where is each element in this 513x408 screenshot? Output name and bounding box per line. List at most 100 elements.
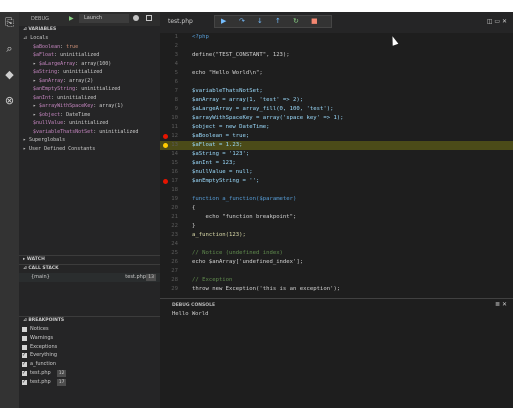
breakpoint-row[interactable]: Warnings <box>19 334 160 343</box>
breakpoint-checkbox[interactable] <box>22 378 27 387</box>
breakpoint-checkbox[interactable] <box>22 335 27 341</box>
variable-row[interactable]: $anEmptyString: uninitialized <box>19 85 160 94</box>
restart-icon[interactable]: ↻ <box>293 17 299 25</box>
launch-config-select[interactable]: ▶ Launch <box>69 14 129 23</box>
git-icon[interactable]: ◆ <box>3 68 16 81</box>
code-line[interactable]: 7 $variableThatsNotSet; <box>160 87 513 96</box>
gear-icon[interactable] <box>133 15 139 21</box>
watch-section-header[interactable]: ▸ WATCH <box>19 255 160 264</box>
code-text: // Exception <box>192 277 233 283</box>
variable-row[interactable]: $aFloat: uninitialized <box>19 51 160 60</box>
debug-title: DEBUG <box>31 16 49 22</box>
code-line[interactable]: 17 $anEmptyString = ''; <box>160 177 513 186</box>
code-line[interactable]: 23 a_function(123); <box>160 231 513 240</box>
console-output[interactable]: Hello World <box>172 311 208 317</box>
breakpoint-row[interactable]: Everything <box>19 351 160 360</box>
line-number: 22 <box>171 223 178 229</box>
continue-icon[interactable]: ▶ <box>221 17 226 25</box>
breakpoint-row[interactable]: a_function <box>19 360 160 369</box>
code-line[interactable]: 24 <box>160 240 513 249</box>
variable-name: $arrayWithSpaceKey <box>39 103 94 109</box>
line-number: 8 <box>174 97 178 103</box>
variable-row[interactable]: $aBoolean: true <box>19 43 160 52</box>
start-debug-icon[interactable]: ▶ <box>69 14 74 23</box>
code-line[interactable]: 18 <box>160 186 513 195</box>
variable-row[interactable]: $variableThatsNotSet: uninitialized <box>19 128 160 137</box>
code-line[interactable]: 4 <box>160 60 513 69</box>
debug-action-toolbar: ▶ ↷ ↓ ↑ ↻ ■ <box>214 15 332 28</box>
stack-frame[interactable]: {main} test.php 13 <box>19 273 160 282</box>
breakpoints-section-header[interactable]: ⊿ BREAKPOINTS <box>19 316 160 325</box>
variables-section-header[interactable]: ⊿ VARIABLES <box>19 26 160 34</box>
code-line[interactable]: 16 $nullValue = null; <box>160 168 513 177</box>
code-line[interactable]: 15 $anInt = 123; <box>160 159 513 168</box>
code-line[interactable]: 6 <box>160 78 513 87</box>
variable-row[interactable]: ▸ User Defined Constants <box>19 145 160 154</box>
code-line[interactable]: 11 $object = new DateTime; <box>160 123 513 132</box>
step-over-icon[interactable]: ↷ <box>239 17 245 25</box>
console-actions[interactable]: ≣ ✕ <box>495 301 507 308</box>
breakpoint-checkbox[interactable] <box>22 369 27 378</box>
code-editor[interactable]: 1 <?php 2 3 define("TEST_CONSTANT", 123); 4 5 e… <box>160 33 513 295</box>
code-line[interactable]: 12 $aBoolean = true; <box>160 132 513 141</box>
variable-row[interactable]: $nullValue: uninitialized <box>19 119 160 128</box>
stack-frame-line: 13 <box>146 274 156 281</box>
code-line[interactable]: 19 function a_function($parameter) <box>160 195 513 204</box>
editor-actions[interactable]: ◫ ▭ ✕ <box>487 18 507 25</box>
variable-row[interactable]: ▸ Superglobals <box>19 136 160 145</box>
code-line[interactable]: 9 $aLargeArray = array_fill(0, 100, 'test… <box>160 105 513 114</box>
code-line[interactable]: 26 echo $anArray['undefined_index']; <box>160 258 513 267</box>
variable-row[interactable]: ▸ $anArray: array(2) <box>19 77 160 86</box>
debug-icon[interactable]: ⊗ <box>3 94 16 107</box>
code-line[interactable]: 10 $arrayWithSpaceKey = array('space key'… <box>160 114 513 123</box>
code-line[interactable]: 1 <?php <box>160 33 513 42</box>
variable-value: array(1) <box>99 103 124 109</box>
call-stack-section-header[interactable]: ⊿ CALL STACK <box>19 264 160 273</box>
variable-name: $aLargeArray <box>39 60 76 67</box>
step-into-icon[interactable]: ↓ <box>257 17 263 25</box>
code-line[interactable]: 3 define("TEST_CONSTANT", 123); <box>160 51 513 60</box>
breakpoint-row[interactable]: test.php 17 <box>19 378 160 387</box>
line-number: 19 <box>171 196 178 202</box>
variable-row[interactable]: ⊿ Locals <box>19 34 160 43</box>
code-line[interactable]: 13 $aFloat = 1.23; <box>160 141 513 150</box>
variable-name: $anEmptyString <box>33 86 76 92</box>
line-number: 29 <box>171 286 178 292</box>
variable-row[interactable]: ▸ $aLargeArray: array(100) <box>19 60 160 69</box>
breakpoint-checkbox[interactable] <box>22 351 27 360</box>
search-icon[interactable]: ⌕ <box>3 42 16 55</box>
breakpoint-row[interactable]: test.php 12 <box>19 369 160 378</box>
code-text: echo $anArray['undefined_index']; <box>192 259 304 265</box>
breakpoint-label: Notices <box>30 326 49 332</box>
code-line[interactable]: 28 // Exception <box>160 276 513 285</box>
stop-icon[interactable]: ■ <box>311 17 318 25</box>
code-line[interactable]: 20 { <box>160 204 513 213</box>
breakpoint-row[interactable]: Exceptions <box>19 343 160 352</box>
code-line[interactable]: 25 // Notice (undefined index) <box>160 249 513 258</box>
variable-row[interactable]: $anInt: uninitialized <box>19 94 160 103</box>
code-line[interactable]: 21 echo "function breakpoint"; <box>160 213 513 222</box>
tab-test-php[interactable]: test.php <box>168 18 193 25</box>
explorer-icon[interactable]: ⎘ <box>3 16 16 29</box>
code-text: $aString = '123'; <box>192 151 250 157</box>
code-line[interactable]: 2 <box>160 42 513 51</box>
breakpoint-row[interactable]: Notices <box>19 325 160 334</box>
code-line[interactable]: 8 $anArray = array(1, 'test' => 2); <box>160 96 513 105</box>
line-number: 11 <box>171 124 178 130</box>
code-line[interactable]: 29 throw new Exception('this is an except… <box>160 285 513 294</box>
debug-console-title: DEBUG CONSOLE <box>172 303 216 308</box>
breakpoint-checkbox[interactable] <box>22 327 27 332</box>
code-line[interactable]: 22} <box>160 222 513 231</box>
line-number: 18 <box>171 187 178 193</box>
code-line[interactable]: 14 $aString = '123'; <box>160 150 513 159</box>
step-out-icon[interactable]: ↑ <box>275 17 281 25</box>
variable-row[interactable]: $aString: uninitialized <box>19 68 160 77</box>
code-line[interactable]: 5 echo "Hello World\n"; <box>160 69 513 78</box>
variable-name: Locals <box>30 35 49 41</box>
breakpoint-checkbox[interactable] <box>22 360 27 369</box>
code-line[interactable]: 27 <box>160 267 513 276</box>
variable-row[interactable]: ▸ $object: DateTime <box>19 111 160 120</box>
variable-row[interactable]: ▸ $arrayWithSpaceKey: array(1) <box>19 102 160 111</box>
debug-console-icon[interactable] <box>146 15 152 21</box>
breakpoint-checkbox[interactable] <box>22 344 27 350</box>
